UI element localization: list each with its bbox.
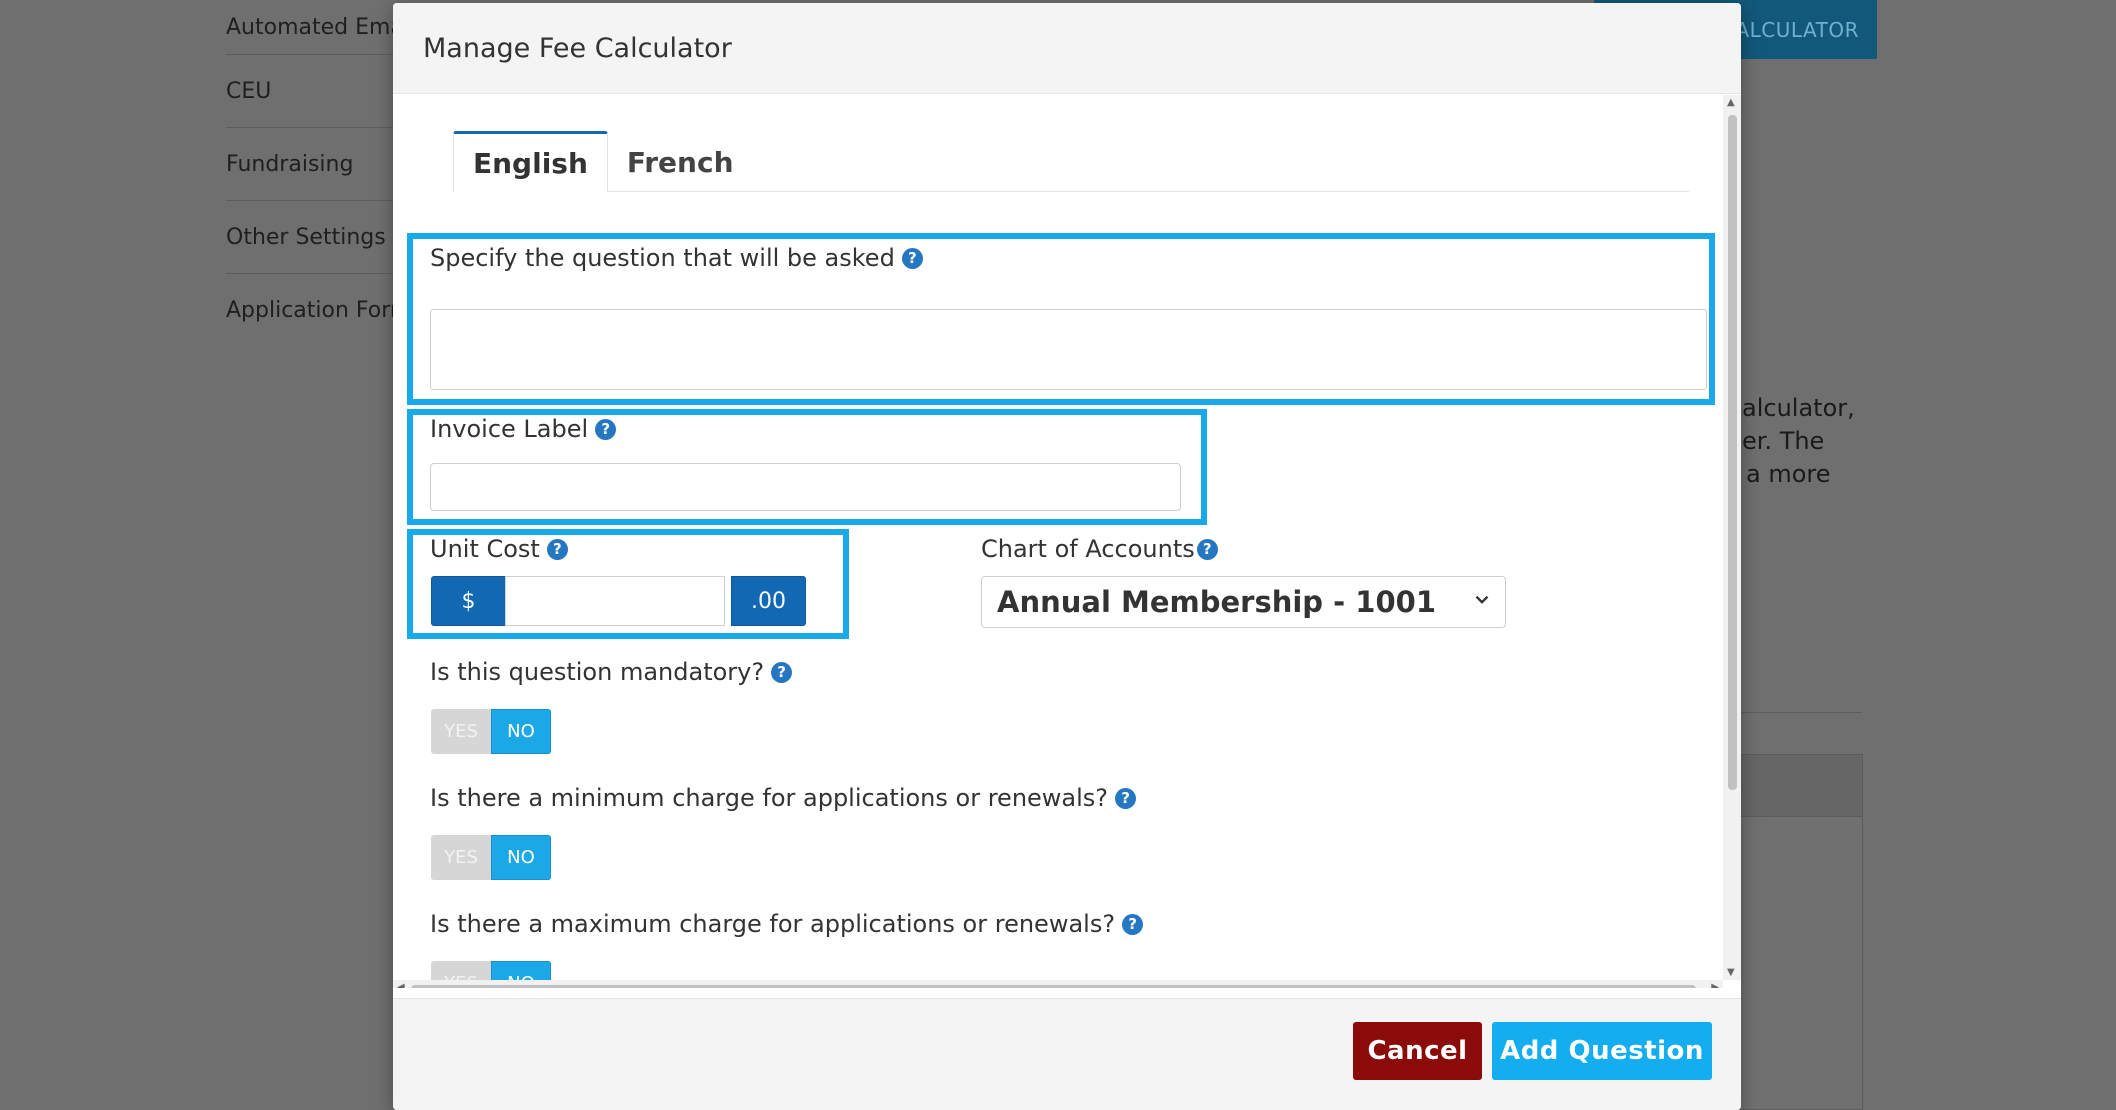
modal-footer: Cancel Add Question — [393, 998, 1741, 1110]
unit-cost-label: Unit Cost ? — [430, 535, 568, 563]
vertical-scrollbar-thumb[interactable] — [1728, 115, 1737, 790]
scroll-down-arrow-icon[interactable]: ▼ — [1727, 967, 1735, 978]
background-paragraph: alculator, er. The a more — [1742, 392, 1942, 491]
modal-body: English French Specify the question that… — [393, 95, 1741, 988]
maximum-charge-yes-option[interactable]: YES — [431, 961, 491, 980]
maximum-charge-label: Is there a maximum charge for applicatio… — [430, 910, 1144, 938]
modal-scroll-content: English French Specify the question that… — [393, 95, 1723, 980]
minimum-charge-toggle: YES NO — [431, 835, 551, 880]
sidebar-item-automated-emails[interactable]: Automated Emails — [226, 0, 396, 55]
chart-of-accounts-label-text: Chart of Accounts — [981, 535, 1195, 563]
help-icon[interactable]: ? — [1196, 538, 1218, 560]
horizontal-scrollbar[interactable]: ◀ ▶ — [393, 980, 1723, 988]
background-panel — [1740, 754, 1863, 1110]
add-question-button[interactable]: Add Question — [1492, 1022, 1712, 1080]
manage-fee-calculator-modal: Manage Fee Calculator English French Spe… — [393, 3, 1741, 1110]
mandatory-toggle: YES NO — [431, 709, 551, 754]
help-icon[interactable]: ? — [1122, 913, 1144, 935]
mandatory-label: Is this question mandatory? ? — [430, 658, 793, 686]
invoice-label-label: Invoice Label ? — [430, 415, 617, 443]
tab-english[interactable]: English — [453, 131, 608, 193]
help-icon[interactable]: ? — [595, 418, 617, 440]
scroll-left-arrow-icon[interactable]: ◀ — [397, 982, 405, 988]
chart-of-accounts-select[interactable]: Annual Membership - 1001 — [981, 576, 1506, 628]
tab-french[interactable]: French — [608, 131, 753, 193]
currency-prefix-addon: $ — [431, 576, 506, 626]
minimum-charge-label-text: Is there a minimum charge for applicatio… — [430, 784, 1109, 812]
horizontal-scrollbar-thumb[interactable] — [411, 985, 1696, 988]
unit-cost-label-text: Unit Cost — [430, 535, 540, 563]
background-divider — [1742, 712, 1862, 713]
background-panel-header — [1741, 755, 1862, 817]
maximum-charge-label-text: Is there a maximum charge for applicatio… — [430, 910, 1116, 938]
scroll-up-arrow-icon[interactable]: ▲ — [1727, 97, 1735, 108]
minimum-charge-no-option[interactable]: NO — [491, 835, 551, 880]
paragraph-line: a more — [1746, 460, 1831, 488]
help-icon[interactable]: ? — [546, 538, 568, 560]
tab-label: English — [473, 146, 588, 180]
mandatory-yes-option[interactable]: YES — [431, 709, 491, 754]
sidebar-item-label: Other Settings — [226, 224, 386, 250]
chart-of-accounts-label: Chart of Accounts ? — [981, 535, 1218, 563]
cancel-button[interactable]: Cancel — [1353, 1022, 1482, 1080]
help-icon[interactable]: ? — [901, 247, 923, 269]
sidebar-item-application-form[interactable]: Application Form — [226, 274, 396, 347]
question-label: Specify the question that will be asked … — [430, 244, 923, 272]
help-icon[interactable]: ? — [1115, 787, 1137, 809]
chevron-down-icon — [1475, 595, 1489, 604]
question-textarea[interactable] — [430, 309, 1707, 390]
minimum-charge-yes-option[interactable]: YES — [431, 835, 491, 880]
sidebar-item-ceu[interactable]: CEU — [226, 55, 396, 128]
invoice-label-text: Invoice Label — [430, 415, 589, 443]
sidebar-item-label: CEU — [226, 78, 272, 104]
mandatory-no-option[interactable]: NO — [491, 709, 551, 754]
chart-of-accounts-selected: Annual Membership - 1001 — [997, 585, 1437, 619]
scroll-right-arrow-icon[interactable]: ▶ — [1711, 982, 1719, 988]
sidebar-item-label: Application Form — [226, 298, 396, 323]
maximum-charge-toggle: YES NO — [431, 961, 551, 980]
cents-suffix-addon: .00 — [731, 576, 806, 626]
mandatory-label-text: Is this question mandatory? — [430, 658, 765, 686]
paragraph-line: alculator, — [1742, 394, 1855, 422]
vertical-scrollbar[interactable]: ▲ ▼ — [1723, 95, 1741, 980]
minimum-charge-label: Is there a minimum charge for applicatio… — [430, 784, 1137, 812]
sidebar-item-label: Fundraising — [226, 151, 354, 177]
language-tabs: English French — [453, 131, 1689, 193]
background-sidebar: Automated Emails CEU Fundraising Other S… — [226, 0, 396, 347]
modal-title: Manage Fee Calculator — [423, 32, 732, 64]
question-label-text: Specify the question that will be asked — [430, 244, 895, 272]
paragraph-line: er. The — [1742, 427, 1825, 455]
help-icon[interactable]: ? — [771, 661, 793, 683]
invoice-label-input[interactable] — [430, 463, 1181, 511]
modal-header: Manage Fee Calculator — [393, 3, 1741, 94]
maximum-charge-no-option[interactable]: NO — [491, 961, 551, 980]
unit-cost-input[interactable] — [505, 576, 725, 626]
tab-label: French — [626, 145, 734, 179]
sidebar-item-label: Automated Emails — [226, 15, 396, 40]
sidebar-item-other-settings[interactable]: Other Settings — [226, 201, 396, 274]
sidebar-item-fundraising[interactable]: Fundraising — [226, 128, 396, 201]
